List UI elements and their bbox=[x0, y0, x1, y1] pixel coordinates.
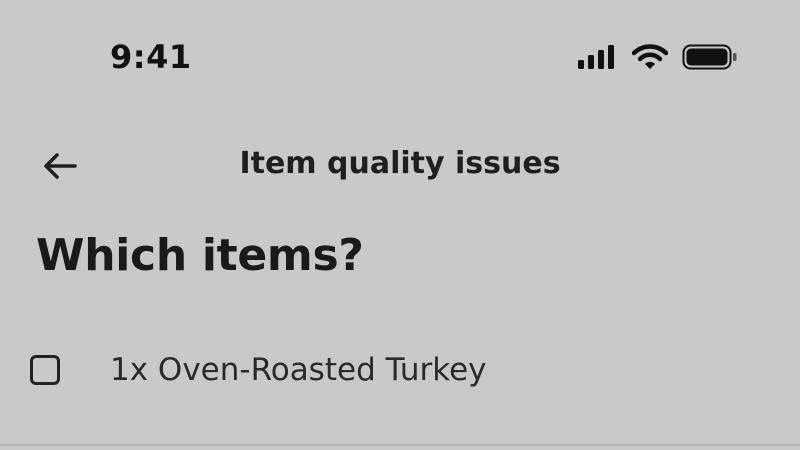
section-heading: Which items? bbox=[36, 230, 364, 281]
list-item[interactable]: 1x Oven-Roasted Turkey bbox=[30, 352, 486, 388]
wifi-icon bbox=[632, 44, 668, 69]
battery-icon bbox=[682, 44, 737, 70]
status-icons bbox=[578, 44, 738, 70]
screen: 9:41 Item quality issues Which items? 1x… bbox=[0, 0, 800, 450]
divider bbox=[0, 444, 800, 446]
item-label: 1x Oven-Roasted Turkey bbox=[110, 352, 487, 388]
item-checkbox[interactable] bbox=[30, 355, 60, 385]
status-time: 9:41 bbox=[110, 38, 192, 76]
signal-icon bbox=[578, 45, 614, 69]
page-title: Item quality issues bbox=[239, 146, 561, 181]
